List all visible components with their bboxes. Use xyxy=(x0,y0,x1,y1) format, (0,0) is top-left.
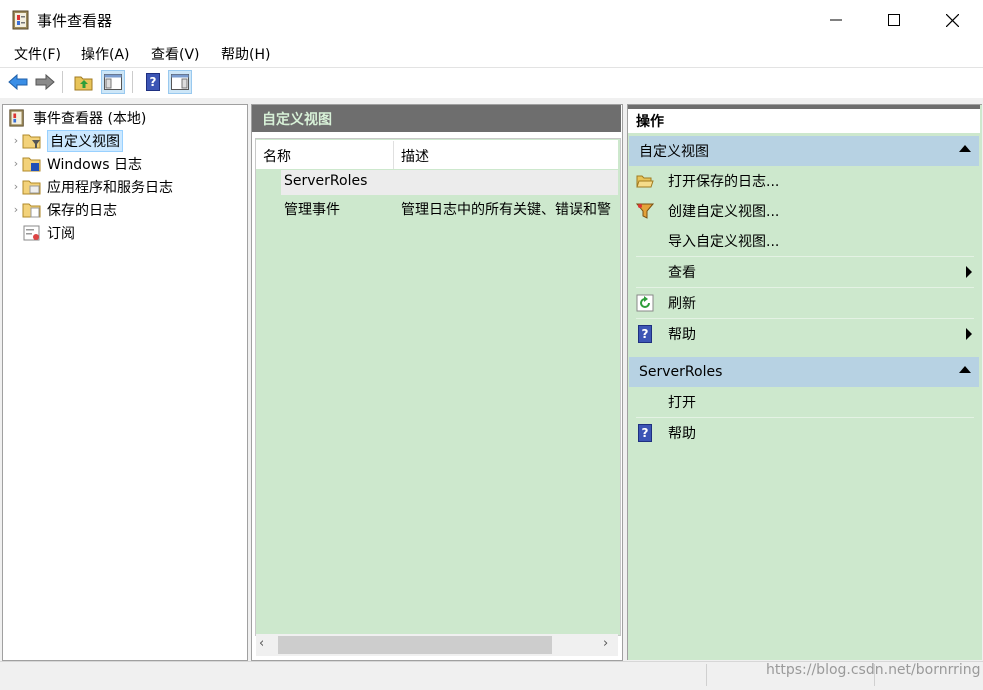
maximize-button[interactable] xyxy=(865,0,923,40)
help-icon[interactable]: ? xyxy=(141,70,165,94)
filter-folder-icon xyxy=(22,132,42,150)
help-icon: ? xyxy=(636,325,654,343)
event-viewer-app-icon xyxy=(12,10,30,30)
section-header-label: ServerRoles xyxy=(639,364,723,380)
action-label: 帮助 xyxy=(668,426,696,442)
list-item[interactable]: 管理事件 管理日志中的所有关键、错误和警 xyxy=(256,196,618,221)
column-divider[interactable] xyxy=(393,141,394,169)
action-open[interactable]: 打开 xyxy=(636,387,976,417)
scrollbar-thumb[interactable] xyxy=(278,636,552,654)
action-label: 查看 xyxy=(668,265,696,281)
chevron-right-icon[interactable]: › xyxy=(10,203,22,216)
subscription-icon xyxy=(22,224,42,242)
refresh-icon xyxy=(636,294,654,312)
action-import-custom-view[interactable]: 导入自定义视图... xyxy=(636,226,976,256)
tree-root-label: 事件查看器 (本地) xyxy=(33,110,147,127)
menu-bar xyxy=(0,40,983,67)
event-viewer-icon xyxy=(8,108,28,127)
list-item[interactable]: ServerRoles xyxy=(256,170,618,195)
action-create-custom-view[interactable]: 创建自定义视图... xyxy=(636,196,976,226)
results-pane-title: 自定义视图 xyxy=(252,105,621,132)
toolbar-separator xyxy=(132,71,133,93)
tree-item-windows-logs[interactable]: › Windows 日志 xyxy=(10,152,142,175)
tree-item-label: Windows 日志 xyxy=(47,156,142,173)
collapse-up-icon[interactable] xyxy=(959,366,971,373)
actions-pane-title: 操作 xyxy=(628,109,980,133)
menu-help[interactable]: 帮助(H) xyxy=(221,44,270,64)
window-title: 事件查看器 xyxy=(37,12,113,30)
close-button[interactable] xyxy=(923,0,981,40)
help-icon: ? xyxy=(636,424,654,442)
action-label: 导入自定义视图... xyxy=(668,234,780,250)
action-help[interactable]: ? 帮助 xyxy=(636,319,976,349)
column-header-description[interactable]: 描述 xyxy=(401,146,429,166)
tree-item-subscriptions[interactable]: 订阅 xyxy=(10,221,75,244)
action-view[interactable]: 查看 xyxy=(636,257,976,287)
chevron-right-icon[interactable]: › xyxy=(10,134,22,147)
back-arrow-icon[interactable] xyxy=(6,70,30,94)
folder-icon xyxy=(22,178,42,196)
submenu-arrow-icon xyxy=(966,328,972,340)
show-hide-action-pane-icon[interactable] xyxy=(168,70,192,94)
action-label: 打开保存的日志... xyxy=(668,174,780,190)
tree-item-saved-logs[interactable]: › 保存的日志 xyxy=(10,198,117,221)
watermark-text: https://blog.csdn.net/bornrring xyxy=(766,662,981,678)
action-label: 打开 xyxy=(668,395,696,411)
scroll-left-arrow[interactable]: ‹ xyxy=(259,636,264,651)
action-refresh[interactable]: 刷新 xyxy=(636,288,976,318)
tree-item-label: 应用程序和服务日志 xyxy=(47,179,173,196)
action-label: 创建自定义视图... xyxy=(668,204,780,220)
chevron-right-icon[interactable]: › xyxy=(10,180,22,193)
menu-view[interactable]: 查看(V) xyxy=(151,44,200,64)
action-open-saved-log[interactable]: 打开保存的日志... xyxy=(636,166,976,196)
tree-item-app-service-logs[interactable]: › 应用程序和服务日志 xyxy=(10,175,173,198)
menu-file[interactable]: 文件(F) xyxy=(14,44,61,64)
list-item-description: 管理日志中的所有关键、错误和警 xyxy=(401,202,611,218)
open-folder-icon xyxy=(636,172,654,190)
section-header-serverroles[interactable]: ServerRoles xyxy=(629,357,979,387)
action-label: 刷新 xyxy=(668,296,696,312)
forward-arrow-icon[interactable] xyxy=(33,70,57,94)
chevron-right-icon[interactable]: › xyxy=(10,157,22,170)
column-header-name[interactable]: 名称 xyxy=(263,146,291,166)
scroll-right-arrow[interactable]: › xyxy=(603,636,608,651)
minimize-button[interactable] xyxy=(807,0,865,40)
filter-icon xyxy=(636,202,654,220)
tree-item-label: 订阅 xyxy=(47,225,75,242)
toolbar-separator xyxy=(62,71,63,93)
windows-folder-icon xyxy=(22,155,42,173)
saved-folder-icon xyxy=(22,201,42,219)
collapse-up-icon[interactable] xyxy=(959,145,971,152)
status-bar-divider xyxy=(706,664,707,686)
tree-root[interactable]: 事件查看器 (本地) xyxy=(8,106,146,129)
section-header-custom-views[interactable]: 自定义视图 xyxy=(629,136,979,166)
list-item-name: 管理事件 xyxy=(284,202,340,218)
list-column-header xyxy=(256,140,618,169)
section-header-label: 自定义视图 xyxy=(639,144,709,160)
action-label: 帮助 xyxy=(668,327,696,343)
tree-item-label: 自定义视图 xyxy=(47,129,123,152)
up-folder-icon[interactable] xyxy=(72,70,96,94)
submenu-arrow-icon xyxy=(966,266,972,278)
show-hide-console-tree-icon[interactable] xyxy=(101,70,125,94)
list-item-name: ServerRoles xyxy=(284,173,368,189)
tree-item-label: 保存的日志 xyxy=(47,202,117,219)
tree-item-custom-views[interactable]: › 自定义视图 xyxy=(10,129,123,152)
menu-action[interactable]: 操作(A) xyxy=(81,44,130,64)
action-help[interactable]: ? 帮助 xyxy=(636,418,976,448)
